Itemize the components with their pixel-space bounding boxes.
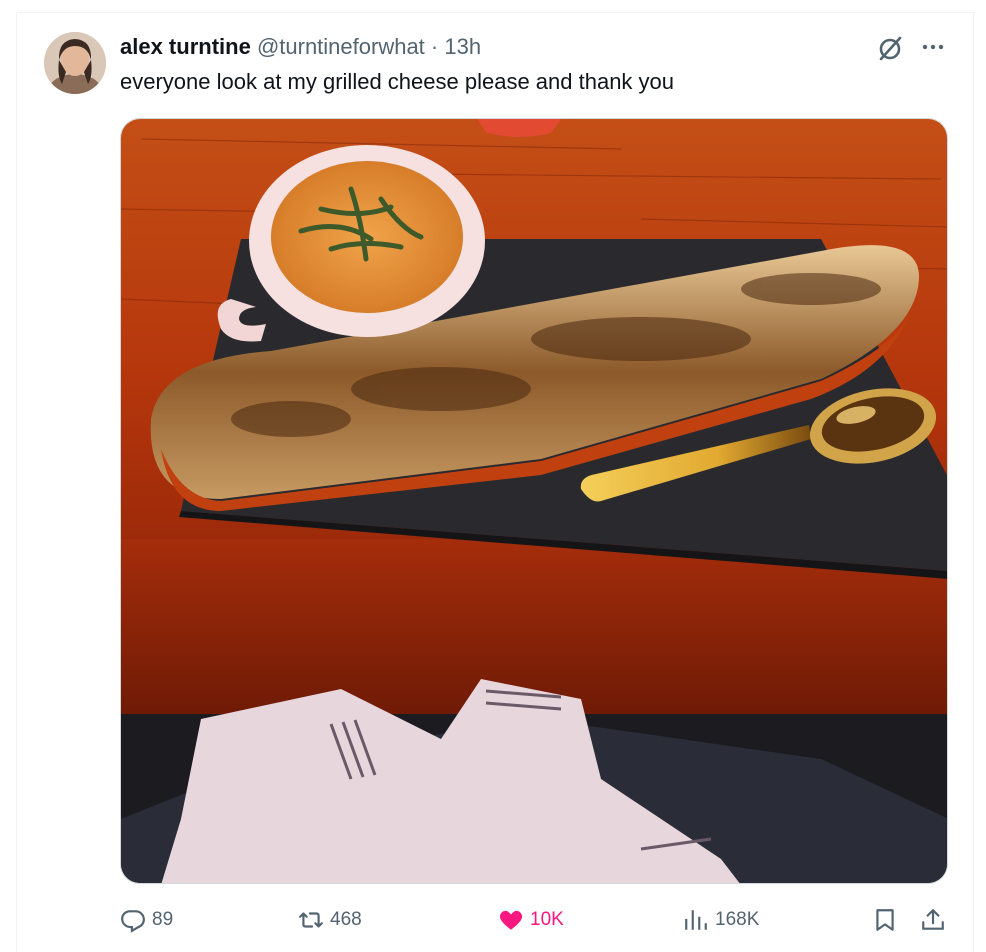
share-button[interactable] xyxy=(920,900,946,940)
like-button[interactable]: 10K xyxy=(498,900,564,940)
header-separator: · xyxy=(424,34,445,59)
tweet-header: alex turntine @turntineforwhat · 13h xyxy=(120,33,481,61)
grok-icon[interactable] xyxy=(874,32,906,64)
tweet-actions: 89 468 10K 168K xyxy=(120,900,950,940)
views-count: 168K xyxy=(715,909,760,930)
heart-icon xyxy=(499,910,523,930)
more-icon[interactable] xyxy=(918,32,948,62)
retweet-icon xyxy=(299,912,323,928)
tweet-time[interactable]: 13h xyxy=(444,34,481,59)
retweet-count: 468 xyxy=(330,909,362,930)
author-handle[interactable]: @turntineforwhat xyxy=(257,34,425,59)
bookmark-icon xyxy=(876,909,894,931)
like-count: 10K xyxy=(530,909,564,930)
views-icon xyxy=(685,910,707,930)
avatar[interactable] xyxy=(44,32,106,94)
share-icon xyxy=(922,909,944,930)
views-button[interactable]: 168K xyxy=(683,900,759,940)
reply-count: 89 xyxy=(152,909,174,930)
reply-button[interactable]: 89 xyxy=(120,900,173,940)
author-name[interactable]: alex turntine xyxy=(120,34,251,59)
tweet-photo[interactable] xyxy=(120,118,948,884)
retweet-button[interactable]: 468 xyxy=(298,900,362,940)
bookmark-button[interactable] xyxy=(872,900,898,940)
reply-icon xyxy=(121,910,145,933)
tweet-text: everyone look at my grilled cheese pleas… xyxy=(120,69,675,94)
